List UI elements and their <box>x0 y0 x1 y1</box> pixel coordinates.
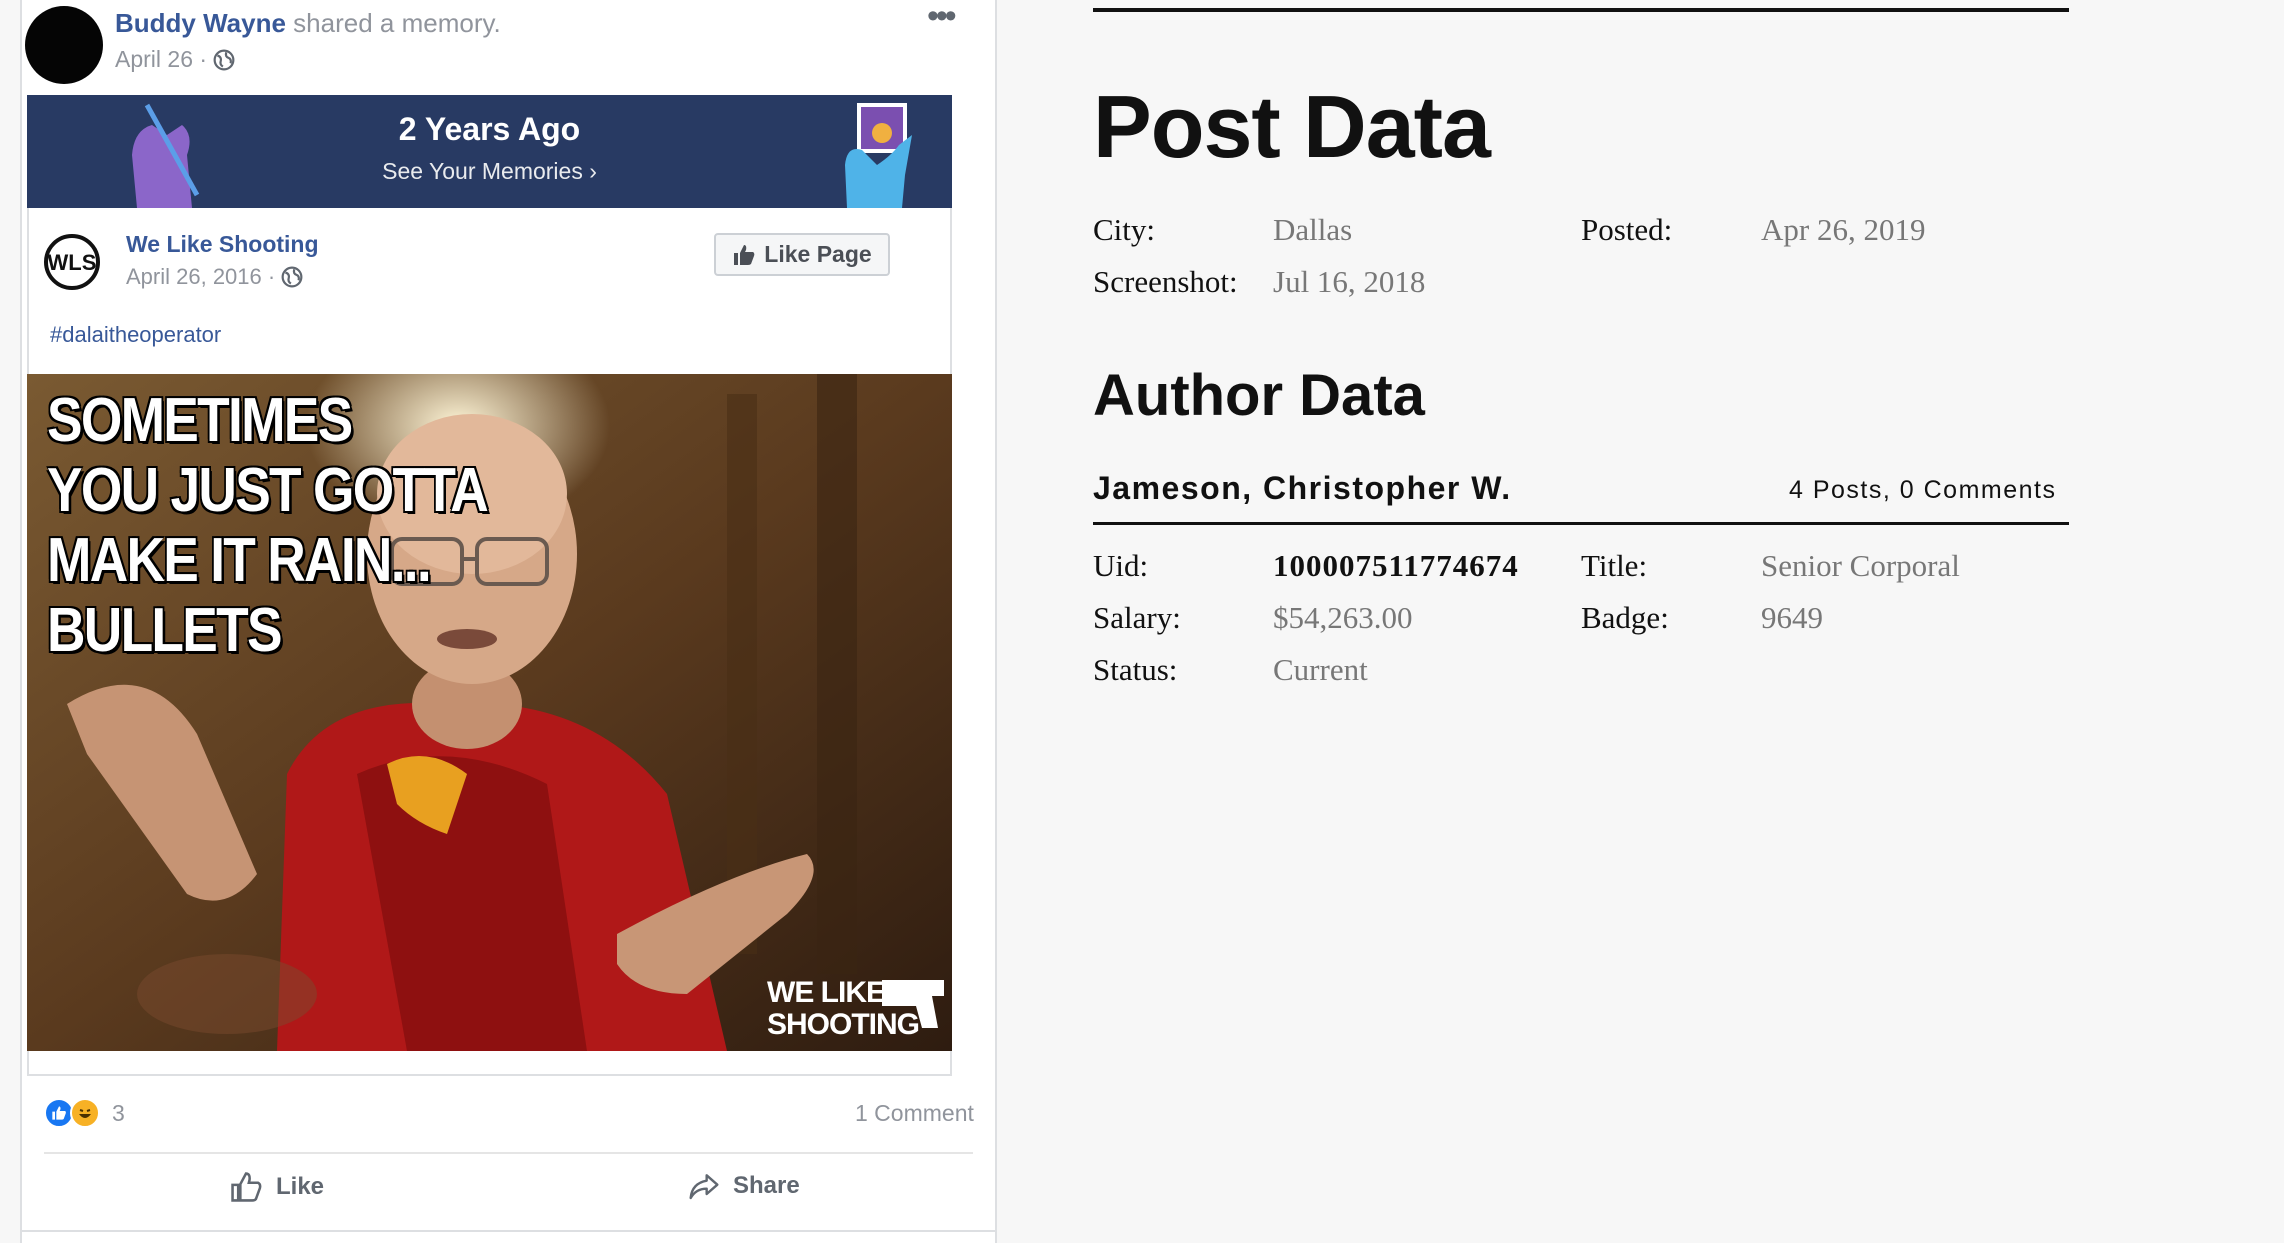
share-arrow-icon <box>689 1174 719 1200</box>
thumbs-up-icon <box>231 1172 262 1202</box>
post-date-row: April 26 · <box>115 46 235 73</box>
title-value: Senior Corporal <box>1761 548 1960 583</box>
watermark-line-1: WE LIKE <box>767 976 885 1009</box>
poster-line: Buddy Wayne shared a memory. <box>115 8 501 39</box>
city-label: City: <box>1093 212 1156 247</box>
screenshot-value: Jul 16, 2018 <box>1273 264 1426 299</box>
comment-count-link[interactable]: 1 Comment <box>855 1100 974 1127</box>
bottom-divider <box>20 1230 997 1232</box>
haha-reaction-icon <box>70 1098 100 1128</box>
share-label: Share <box>733 1172 800 1199</box>
badge-label: Badge: <box>1581 600 1669 635</box>
like-label: Like <box>276 1173 325 1200</box>
globe-icon <box>281 266 303 288</box>
action-divider <box>44 1152 973 1154</box>
screenshot-label: Screenshot: <box>1093 264 1238 299</box>
title-label: Title: <box>1581 548 1648 583</box>
memory-title: 2 Years Ago <box>398 111 581 147</box>
uid-value: 100007511774674 <box>1273 548 1519 583</box>
salary-value: $54,263.00 <box>1273 600 1413 635</box>
city-value: Dallas <box>1273 212 1353 247</box>
uid-label: Uid: <box>1093 548 1149 583</box>
globe-icon <box>213 49 235 70</box>
thumbs-up-icon <box>734 244 755 265</box>
poster-action-text: shared a memory. <box>285 8 501 38</box>
more-horizontal-icon[interactable]: ••• <box>927 0 957 33</box>
author-name: Jameson, Christopher W. <box>1093 470 1512 506</box>
like-page-button[interactable]: Like Page <box>714 233 890 276</box>
status-value: Current <box>1273 652 1368 687</box>
share-button[interactable]: Share <box>687 1170 800 1202</box>
status-label: Status: <box>1093 652 1178 687</box>
memory-banner[interactable]: 2 Years Ago See Your Memories › <box>27 95 952 208</box>
posted-label: Posted: <box>1581 212 1673 247</box>
top-rule <box>1093 8 2069 12</box>
page-name-link[interactable]: We Like Shooting <box>126 231 319 258</box>
meme-caption: SOMETIMES YOU JUST GOTTA MAKE IT RAIN...… <box>47 386 489 665</box>
poster-name-link[interactable]: Buddy Wayne <box>115 8 286 38</box>
author-stats: 4 Posts, 0 Comments <box>1789 476 2057 504</box>
hashtag-link[interactable]: #dalaitheoperator <box>50 322 221 348</box>
see-memories-link[interactable]: See Your Memories › <box>27 158 952 185</box>
author-rule <box>1093 522 2069 525</box>
post-date[interactable]: April 26 · <box>115 46 207 73</box>
author-data-heading: Author Data <box>1093 363 1425 428</box>
shared-date-row: April 26, 2016 · <box>126 264 303 290</box>
svg-text:WLS: WLS <box>48 250 97 275</box>
watermark-line-2: SHOOTING <box>767 1008 919 1041</box>
posted-value: Apr 26, 2019 <box>1761 212 1926 247</box>
like-page-label: Like Page <box>764 241 872 267</box>
hand-with-photo-icon <box>845 103 912 208</box>
meme-image[interactable]: SOMETIMES YOU JUST GOTTA MAKE IT RAIN...… <box>27 374 952 1051</box>
badge-value: 9649 <box>1761 600 1823 635</box>
like-button[interactable]: Like <box>228 1170 324 1204</box>
reaction-icons[interactable] <box>44 1098 100 1128</box>
we-like-shooting-watermark: WE LIKE SHOOTING <box>767 976 944 1041</box>
salary-label: Salary: <box>1093 600 1181 635</box>
shared-post-date[interactable]: April 26, 2016 · <box>126 264 275 290</box>
post-data-heading: Post Data <box>1093 77 1491 176</box>
poster-avatar[interactable] <box>25 6 103 84</box>
page-logo-icon[interactable]: WLS <box>43 233 101 291</box>
reaction-count[interactable]: 3 <box>112 1100 125 1127</box>
